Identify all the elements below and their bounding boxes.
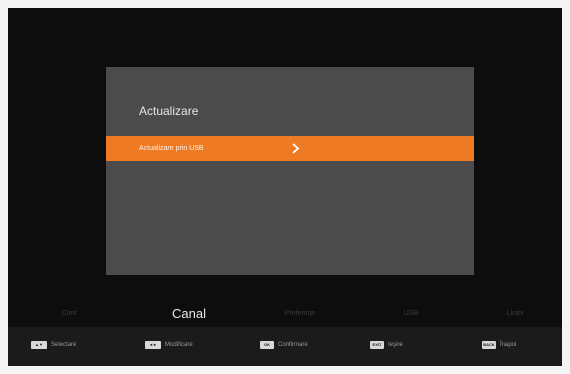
menu-item-usb-update[interactable]: Actualizare prin USB bbox=[106, 136, 474, 161]
tab-cont[interactable]: Cont bbox=[62, 304, 77, 324]
tab-limbi[interactable]: Limbi bbox=[507, 304, 524, 324]
tab-usb[interactable]: USB bbox=[404, 304, 418, 324]
ok-key-icon: OK bbox=[260, 341, 274, 349]
back-key-icon: BACK bbox=[482, 341, 496, 349]
hint-modify: ◄► Modificare bbox=[145, 341, 193, 349]
hint-label: Confirmare bbox=[278, 342, 308, 348]
update-dialog: Actualizare Actualizare prin USB bbox=[106, 67, 474, 275]
tab-canal[interactable]: Canal bbox=[172, 304, 206, 324]
hint-label: Ieşire bbox=[388, 342, 403, 348]
hint-select: ▲▼ Selectare bbox=[31, 341, 76, 349]
tv-screen: Actualizare Actualizare prin USB Cont Ca… bbox=[8, 8, 562, 366]
hint-label: Selectare bbox=[51, 342, 77, 348]
left-right-keys-icon: ◄► bbox=[145, 341, 161, 349]
hint-label: Înapoi bbox=[500, 342, 517, 348]
hint-confirm: OK Confirmare bbox=[260, 341, 308, 349]
chevron-right-icon bbox=[292, 143, 300, 154]
key-hint-bar: ▲▼ Selectare ◄► Modificare OK Confirmare… bbox=[8, 327, 562, 366]
hint-label: Modificare bbox=[165, 342, 193, 348]
category-tabs: Cont Canal Preferinţe USB Limbi bbox=[8, 304, 562, 324]
up-down-keys-icon: ▲▼ bbox=[31, 341, 47, 349]
dialog-title: Actualizare bbox=[139, 104, 199, 118]
hint-back: BACK Înapoi bbox=[482, 341, 516, 349]
menu-item-label: Actualizare prin USB bbox=[139, 145, 204, 152]
tab-preferinte[interactable]: Preferinţe bbox=[285, 304, 315, 324]
hint-exit: EXIT Ieşire bbox=[370, 341, 403, 349]
exit-key-icon: EXIT bbox=[370, 341, 384, 349]
